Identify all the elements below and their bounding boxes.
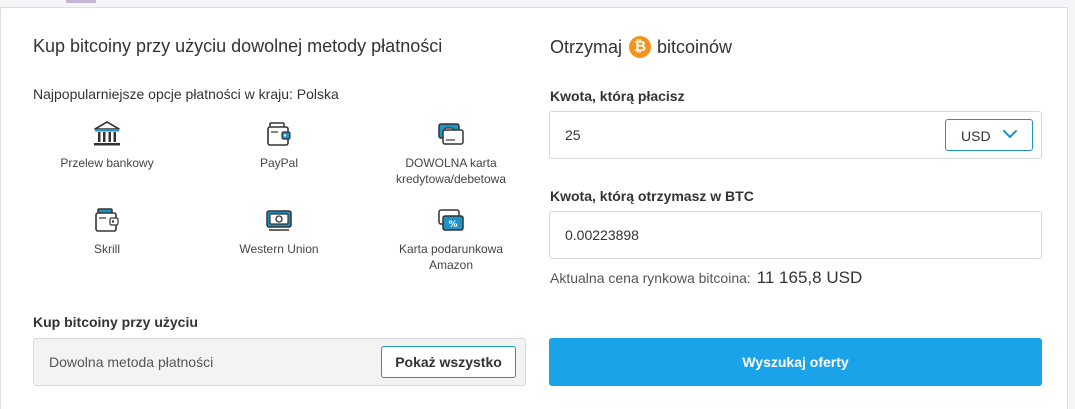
svg-text:%: % — [448, 220, 457, 230]
method-western-union[interactable]: Western Union — [209, 206, 349, 257]
wallet-icon — [95, 208, 119, 232]
method-credit-card[interactable]: DOWOLNA karta kredytowa/debetowa — [381, 120, 521, 187]
receive-title: Otrzymaj ₿ bitcoinów — [550, 36, 732, 58]
top-tab-marker — [66, 0, 96, 3]
receive-title-prefix: Otrzymaj — [550, 36, 622, 57]
method-label: Western Union — [239, 242, 319, 256]
wallet-icon — [267, 122, 291, 146]
bank-icon — [94, 121, 120, 146]
search-offers-button[interactable]: Wyszukaj oferty — [549, 338, 1042, 386]
selected-payment-method: Dowolna metoda płatności — [49, 354, 214, 370]
cash-icon — [266, 210, 292, 231]
payment-method-selector[interactable]: Dowolna metoda płatności Pokaż wszystko — [33, 338, 526, 386]
method-skrill[interactable]: Skrill — [37, 206, 177, 257]
currency-select[interactable]: USD — [945, 119, 1033, 151]
pay-amount-label: Kwota, którą płacisz — [550, 88, 685, 104]
receive-amount-label: Kwota, którą otrzymasz w BTC — [550, 188, 754, 204]
show-all-button[interactable]: Pokaż wszystko — [381, 346, 516, 378]
market-price-value: 11 165,8 USD — [756, 268, 863, 287]
method-label: Karta podarunkowa Amazon — [398, 242, 504, 272]
method-label: Przelew bankowy — [60, 156, 154, 170]
receive-amount-field — [549, 211, 1042, 259]
method-amazon-gift-card[interactable]: % Karta podarunkowa Amazon — [381, 206, 521, 273]
gift-card-icon: % — [438, 209, 464, 231]
buy-with-label: Kup bitcoiny przy użyciu — [33, 314, 198, 330]
method-paypal[interactable]: PayPal — [209, 120, 349, 171]
method-label: Skrill — [94, 242, 120, 256]
bitcoin-icon: ₿ — [629, 36, 651, 58]
market-price-label: Aktualna cena rynkowa bitcoina: — [550, 270, 751, 286]
popular-methods-subtitle: Najpopularniejsze opcje płatności w kraj… — [33, 86, 339, 102]
method-label: PayPal — [259, 156, 299, 170]
method-bank-transfer[interactable]: Przelew bankowy — [37, 120, 177, 171]
receive-title-suffix: bitcoinów — [657, 36, 733, 57]
receive-amount-input[interactable] — [550, 212, 1041, 258]
chevron-down-icon — [1003, 130, 1017, 138]
left-title: Kup bitcoiny przy użyciu dowolnej metody… — [33, 36, 443, 56]
method-label: DOWOLNA karta kredytowa/debetowa — [395, 156, 507, 186]
currency-value: USD — [961, 128, 991, 144]
credit-card-icon — [438, 123, 464, 145]
pay-amount-field: USD — [549, 111, 1042, 159]
market-price: Aktualna cena rynkowa bitcoina: 11 165,8… — [550, 268, 862, 288]
